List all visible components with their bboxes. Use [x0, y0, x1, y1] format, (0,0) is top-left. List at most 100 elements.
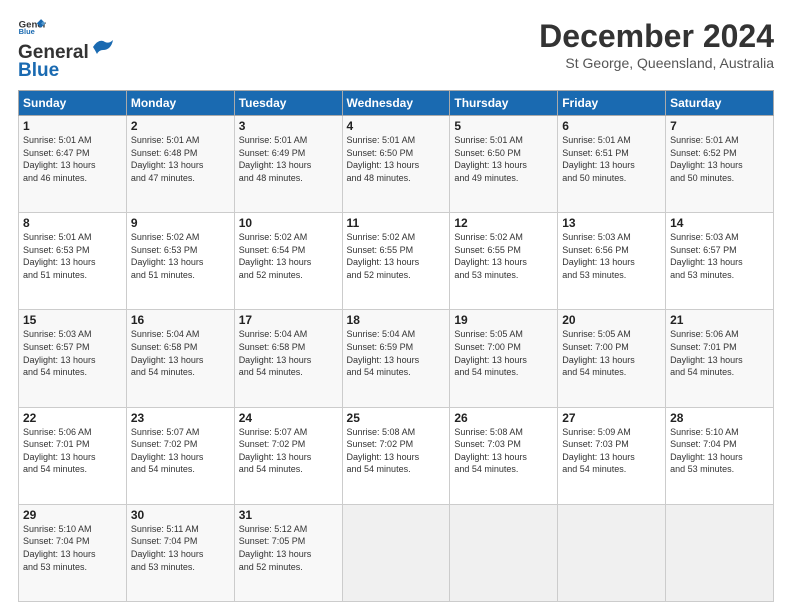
day-number: 12 — [454, 216, 553, 230]
day-info: Sunrise: 5:07 AMSunset: 7:02 PMDaylight:… — [239, 426, 338, 476]
logo: General Blue General Blue — [18, 18, 115, 82]
table-row: 4Sunrise: 5:01 AMSunset: 6:50 PMDaylight… — [342, 116, 450, 213]
table-row: 8Sunrise: 5:01 AMSunset: 6:53 PMDaylight… — [19, 213, 127, 310]
table-row: 7Sunrise: 5:01 AMSunset: 6:52 PMDaylight… — [666, 116, 774, 213]
table-row: 21Sunrise: 5:06 AMSunset: 7:01 PMDayligh… — [666, 310, 774, 407]
day-number: 19 — [454, 313, 553, 327]
day-info: Sunrise: 5:03 AMSunset: 6:56 PMDaylight:… — [562, 231, 661, 281]
col-thursday: Thursday — [450, 91, 558, 116]
day-number: 5 — [454, 119, 553, 133]
day-number: 14 — [670, 216, 769, 230]
day-info: Sunrise: 5:05 AMSunset: 7:00 PMDaylight:… — [562, 328, 661, 378]
day-info: Sunrise: 5:06 AMSunset: 7:01 PMDaylight:… — [670, 328, 769, 378]
day-number: 27 — [562, 411, 661, 425]
location-subtitle: St George, Queensland, Australia — [539, 55, 774, 71]
day-info: Sunrise: 5:01 AMSunset: 6:52 PMDaylight:… — [670, 134, 769, 184]
logo-icon: General Blue — [18, 18, 46, 34]
day-info: Sunrise: 5:01 AMSunset: 6:49 PMDaylight:… — [239, 134, 338, 184]
calendar-header-row: Sunday Monday Tuesday Wednesday Thursday… — [19, 91, 774, 116]
table-row: 16Sunrise: 5:04 AMSunset: 6:58 PMDayligh… — [126, 310, 234, 407]
day-info: Sunrise: 5:09 AMSunset: 7:03 PMDaylight:… — [562, 426, 661, 476]
day-info: Sunrise: 5:10 AMSunset: 7:04 PMDaylight:… — [23, 523, 122, 573]
day-number: 25 — [347, 411, 446, 425]
table-row: 2Sunrise: 5:01 AMSunset: 6:48 PMDaylight… — [126, 116, 234, 213]
table-row: 26Sunrise: 5:08 AMSunset: 7:03 PMDayligh… — [450, 407, 558, 504]
day-info: Sunrise: 5:11 AMSunset: 7:04 PMDaylight:… — [131, 523, 230, 573]
day-info: Sunrise: 5:04 AMSunset: 6:58 PMDaylight:… — [239, 328, 338, 378]
day-info: Sunrise: 5:01 AMSunset: 6:48 PMDaylight:… — [131, 134, 230, 184]
table-row: 30Sunrise: 5:11 AMSunset: 7:04 PMDayligh… — [126, 504, 234, 601]
day-info: Sunrise: 5:08 AMSunset: 7:03 PMDaylight:… — [454, 426, 553, 476]
table-row: 20Sunrise: 5:05 AMSunset: 7:00 PMDayligh… — [558, 310, 666, 407]
table-row: 25Sunrise: 5:08 AMSunset: 7:02 PMDayligh… — [342, 407, 450, 504]
month-title: December 2024 — [539, 18, 774, 55]
day-info: Sunrise: 5:05 AMSunset: 7:00 PMDaylight:… — [454, 328, 553, 378]
day-number: 7 — [670, 119, 769, 133]
day-info: Sunrise: 5:02 AMSunset: 6:53 PMDaylight:… — [131, 231, 230, 281]
day-number: 16 — [131, 313, 230, 327]
table-row: 28Sunrise: 5:10 AMSunset: 7:04 PMDayligh… — [666, 407, 774, 504]
table-row — [666, 504, 774, 601]
day-info: Sunrise: 5:01 AMSunset: 6:50 PMDaylight:… — [454, 134, 553, 184]
table-row — [558, 504, 666, 601]
day-info: Sunrise: 5:01 AMSunset: 6:51 PMDaylight:… — [562, 134, 661, 184]
table-row: 11Sunrise: 5:02 AMSunset: 6:55 PMDayligh… — [342, 213, 450, 310]
table-row: 18Sunrise: 5:04 AMSunset: 6:59 PMDayligh… — [342, 310, 450, 407]
table-row: 19Sunrise: 5:05 AMSunset: 7:00 PMDayligh… — [450, 310, 558, 407]
day-info: Sunrise: 5:01 AMSunset: 6:47 PMDaylight:… — [23, 134, 122, 184]
calendar-week-row: 29Sunrise: 5:10 AMSunset: 7:04 PMDayligh… — [19, 504, 774, 601]
table-row: 6Sunrise: 5:01 AMSunset: 6:51 PMDaylight… — [558, 116, 666, 213]
day-info: Sunrise: 5:02 AMSunset: 6:55 PMDaylight:… — [454, 231, 553, 281]
table-row: 15Sunrise: 5:03 AMSunset: 6:57 PMDayligh… — [19, 310, 127, 407]
table-row: 1Sunrise: 5:01 AMSunset: 6:47 PMDaylight… — [19, 116, 127, 213]
table-row — [450, 504, 558, 601]
calendar-week-row: 8Sunrise: 5:01 AMSunset: 6:53 PMDaylight… — [19, 213, 774, 310]
col-friday: Friday — [558, 91, 666, 116]
day-number: 1 — [23, 119, 122, 133]
day-number: 30 — [131, 508, 230, 522]
table-row: 24Sunrise: 5:07 AMSunset: 7:02 PMDayligh… — [234, 407, 342, 504]
day-info: Sunrise: 5:06 AMSunset: 7:01 PMDaylight:… — [23, 426, 122, 476]
table-row: 3Sunrise: 5:01 AMSunset: 6:49 PMDaylight… — [234, 116, 342, 213]
table-row: 12Sunrise: 5:02 AMSunset: 6:55 PMDayligh… — [450, 213, 558, 310]
day-number: 22 — [23, 411, 122, 425]
page: General Blue General Blue December 2024 … — [0, 0, 792, 612]
col-monday: Monday — [126, 91, 234, 116]
svg-text:Blue: Blue — [19, 27, 35, 34]
day-info: Sunrise: 5:02 AMSunset: 6:54 PMDaylight:… — [239, 231, 338, 281]
table-row: 5Sunrise: 5:01 AMSunset: 6:50 PMDaylight… — [450, 116, 558, 213]
day-info: Sunrise: 5:01 AMSunset: 6:50 PMDaylight:… — [347, 134, 446, 184]
day-info: Sunrise: 5:07 AMSunset: 7:02 PMDaylight:… — [131, 426, 230, 476]
day-number: 13 — [562, 216, 661, 230]
day-number: 4 — [347, 119, 446, 133]
col-saturday: Saturday — [666, 91, 774, 116]
day-number: 29 — [23, 508, 122, 522]
day-number: 11 — [347, 216, 446, 230]
day-number: 6 — [562, 119, 661, 133]
title-block: December 2024 St George, Queensland, Aus… — [539, 18, 774, 71]
table-row: 17Sunrise: 5:04 AMSunset: 6:58 PMDayligh… — [234, 310, 342, 407]
table-row — [342, 504, 450, 601]
table-row: 31Sunrise: 5:12 AMSunset: 7:05 PMDayligh… — [234, 504, 342, 601]
day-number: 18 — [347, 313, 446, 327]
table-row: 14Sunrise: 5:03 AMSunset: 6:57 PMDayligh… — [666, 213, 774, 310]
table-row: 27Sunrise: 5:09 AMSunset: 7:03 PMDayligh… — [558, 407, 666, 504]
day-number: 21 — [670, 313, 769, 327]
day-number: 15 — [23, 313, 122, 327]
day-number: 24 — [239, 411, 338, 425]
day-info: Sunrise: 5:08 AMSunset: 7:02 PMDaylight:… — [347, 426, 446, 476]
day-number: 20 — [562, 313, 661, 327]
day-number: 31 — [239, 508, 338, 522]
table-row: 13Sunrise: 5:03 AMSunset: 6:56 PMDayligh… — [558, 213, 666, 310]
day-info: Sunrise: 5:12 AMSunset: 7:05 PMDaylight:… — [239, 523, 338, 573]
logo-bird-icon — [91, 36, 113, 58]
calendar: Sunday Monday Tuesday Wednesday Thursday… — [18, 90, 774, 602]
calendar-week-row: 15Sunrise: 5:03 AMSunset: 6:57 PMDayligh… — [19, 310, 774, 407]
day-info: Sunrise: 5:03 AMSunset: 6:57 PMDaylight:… — [670, 231, 769, 281]
col-wednesday: Wednesday — [342, 91, 450, 116]
day-number: 28 — [670, 411, 769, 425]
table-row: 23Sunrise: 5:07 AMSunset: 7:02 PMDayligh… — [126, 407, 234, 504]
table-row: 22Sunrise: 5:06 AMSunset: 7:01 PMDayligh… — [19, 407, 127, 504]
day-number: 23 — [131, 411, 230, 425]
day-info: Sunrise: 5:10 AMSunset: 7:04 PMDaylight:… — [670, 426, 769, 476]
